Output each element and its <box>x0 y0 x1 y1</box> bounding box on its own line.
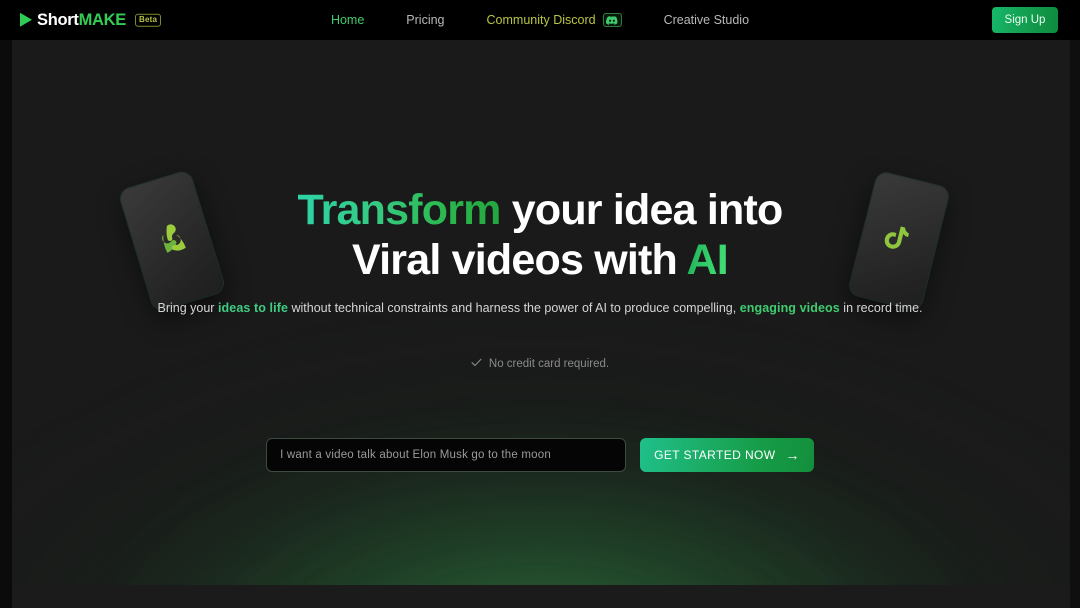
subheading-part1: Bring your <box>157 301 218 315</box>
nav-item-community-discord[interactable]: Community Discord <box>466 11 643 29</box>
hero-headline: Transform your idea into Viral videos wi… <box>0 185 1080 285</box>
scrollbar-gutter[interactable] <box>1070 40 1080 608</box>
footer-strip <box>0 585 1080 608</box>
headline-highlight-transform: Transform <box>297 186 502 234</box>
headline-rest-line2: Viral videos with <box>352 236 687 284</box>
hero-headline-line2: Viral videos with AI <box>0 235 1080 285</box>
brand-name-short: Short <box>37 10 79 29</box>
play-triangle-icon <box>20 13 32 27</box>
top-navigation-bar: ShortMAKE Beta Home Pricing Community Di… <box>0 0 1080 40</box>
get-started-label: GET STARTED NOW <box>654 448 776 462</box>
beta-badge: Beta <box>134 13 162 27</box>
nav-item-community-discord-label: Community Discord <box>486 13 596 27</box>
page-root: ShortMAKE Beta Home Pricing Community Di… <box>0 0 1080 608</box>
brand-logo[interactable]: ShortMAKE Beta <box>20 12 162 29</box>
hero-cta-row: GET STARTED NOW → <box>0 438 1080 472</box>
brand-name-make: MAKE <box>78 10 127 29</box>
main-nav: Home Pricing Community Discord Creative … <box>310 11 770 29</box>
prompt-input[interactable] <box>266 438 627 472</box>
hero-headline-line1: Transform your idea into <box>0 185 1080 235</box>
no-credit-card-note: No credit card required. <box>0 358 1080 370</box>
nav-item-home-label: Home <box>330 13 365 27</box>
headline-highlight-ai: AI <box>686 236 729 284</box>
nav-item-creative-studio-label: Creative Studio <box>663 13 750 27</box>
headline-rest-line1: your idea into <box>500 186 784 234</box>
arrow-right-icon: → <box>785 447 800 463</box>
nav-item-pricing[interactable]: Pricing <box>385 11 465 29</box>
no-credit-card-label: No credit card required. <box>488 358 610 370</box>
subheading-part3: in record time. <box>839 301 923 315</box>
background-glow <box>0 285 1080 585</box>
brand-name: ShortMAKE <box>37 12 126 29</box>
left-edge-gutter <box>0 40 12 608</box>
get-started-button[interactable]: GET STARTED NOW → <box>640 438 814 472</box>
discord-icon <box>602 13 622 27</box>
hero-subheading: Bring your ideas to life without technic… <box>0 298 1080 318</box>
nav-item-home[interactable]: Home <box>310 11 385 29</box>
sign-up-button[interactable]: Sign Up <box>992 7 1058 33</box>
nav-item-creative-studio[interactable]: Creative Studio <box>643 11 770 29</box>
subheading-highlight-engaging-videos: engaging videos <box>739 301 840 315</box>
nav-item-pricing-label: Pricing <box>406 13 445 27</box>
subheading-highlight-ideas-to-life: ideas to life <box>217 301 289 315</box>
hero-section: Transform your idea into Viral videos wi… <box>0 40 1080 585</box>
check-icon <box>471 358 482 370</box>
subheading-part2: without technical constraints and harnes… <box>288 301 740 315</box>
